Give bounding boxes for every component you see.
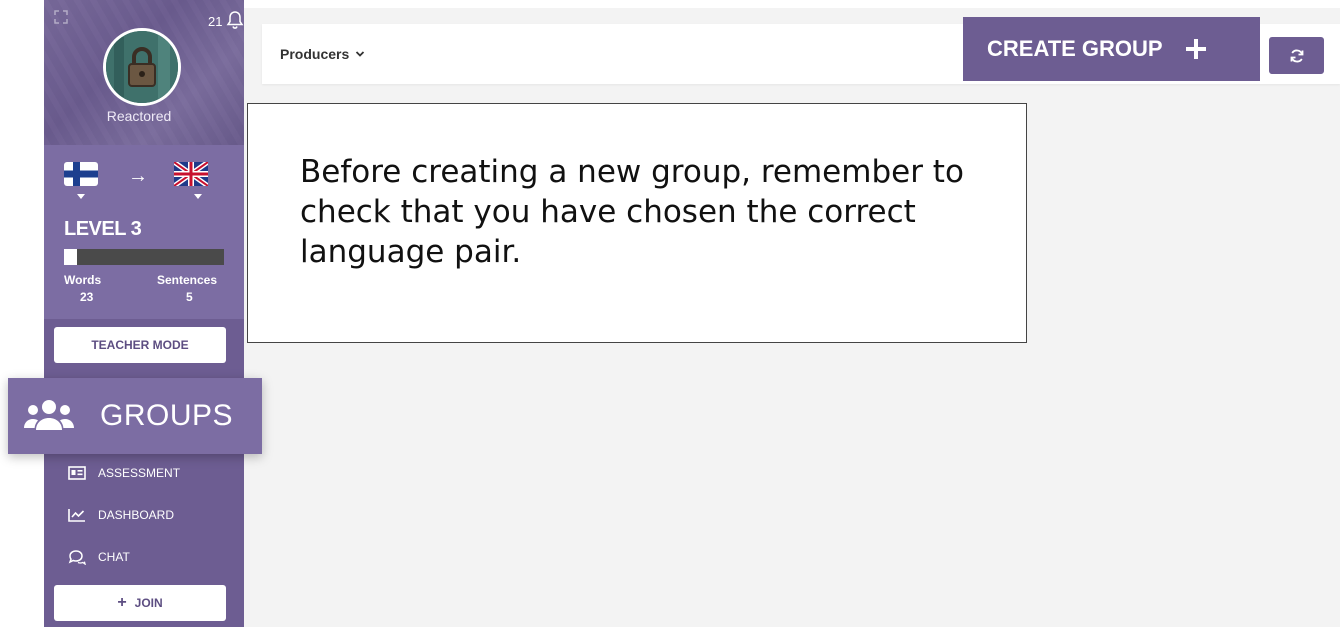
producers-dropdown[interactable]: Producers (280, 46, 365, 62)
expand-icon[interactable] (54, 10, 68, 24)
profile-panel: 21 Reactored (44, 0, 244, 145)
arrow-icon: → (128, 165, 148, 187)
id-card-icon (68, 466, 86, 480)
chevron-down-icon (356, 51, 365, 57)
sidebar: 21 Reactored → LEVEL 3 Words Sentences 2… (44, 0, 244, 627)
join-button[interactable]: + JOIN (54, 585, 226, 621)
sidebar-item-chat[interactable]: CHAT (68, 546, 130, 568)
refresh-button[interactable] (1269, 37, 1324, 74)
level-progress-fill (64, 249, 77, 265)
chat-icon (68, 550, 86, 565)
uk-flag-icon[interactable] (174, 162, 208, 186)
sentences-label: Sentences (157, 273, 218, 287)
sidebar-item-assessment[interactable]: ASSESSMENT (68, 462, 180, 484)
level-label: LEVEL 3 (64, 218, 142, 240)
instruction-tooltip: Before creating a new group, remember to… (247, 103, 1027, 343)
avatar[interactable] (103, 28, 181, 106)
refresh-icon (1290, 49, 1303, 62)
users-icon (24, 400, 74, 430)
sidebar-item-groups[interactable]: GROUPS (8, 378, 262, 454)
plus-icon: + (117, 594, 127, 611)
sentences-count: 5 (186, 290, 193, 304)
language-panel: → LEVEL 3 Words Sentences 23 5 (44, 145, 244, 319)
bell-icon[interactable] (226, 10, 244, 30)
notification-count[interactable]: 21 (208, 14, 222, 29)
groups-label: GROUPS (100, 399, 234, 432)
from-language-caret-icon[interactable] (77, 194, 85, 199)
join-label: JOIN (134, 596, 163, 610)
create-group-button[interactable]: CREATE GROUP (963, 17, 1260, 81)
sidebar-item-dashboard[interactable]: DASHBOARD (68, 504, 174, 526)
sidebar-item-label: ASSESSMENT (98, 466, 181, 480)
teacher-mode-button[interactable]: TEACHER MODE (54, 327, 226, 363)
to-language-caret-icon[interactable] (194, 194, 202, 199)
chart-line-icon (68, 509, 85, 522)
words-count: 23 (80, 290, 94, 304)
level-progress-bar (64, 249, 224, 265)
sidebar-item-label: CHAT (98, 550, 130, 564)
plus-icon (1185, 39, 1206, 59)
finland-flag-icon[interactable] (64, 162, 98, 186)
producers-label: Producers (280, 46, 350, 62)
words-label: Words (64, 273, 102, 287)
instruction-text: Before creating a new group, remember to… (300, 154, 964, 270)
username: Reactored (106, 108, 172, 124)
sidebar-item-label: DASHBOARD (98, 508, 175, 522)
create-group-label: CREATE GROUP (987, 36, 1163, 61)
